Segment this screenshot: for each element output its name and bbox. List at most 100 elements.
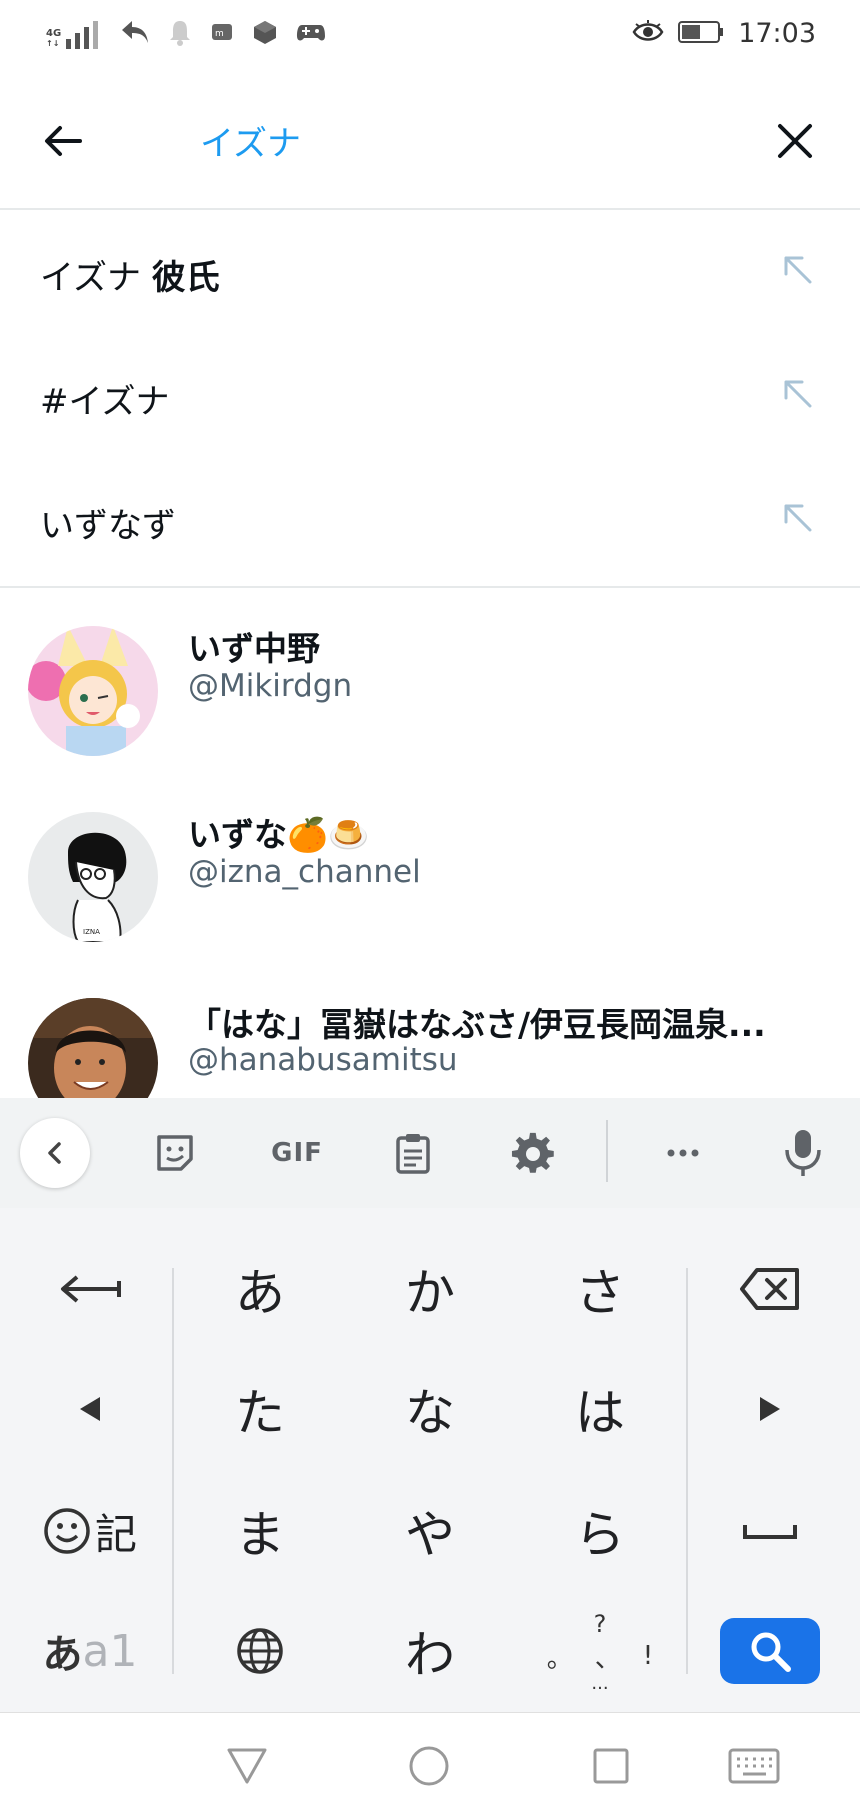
system-nav-bar [0, 1712, 860, 1816]
game-controller-icon [296, 19, 326, 49]
chevron-left-icon [48, 1142, 61, 1164]
backspace-key[interactable] [710, 1234, 830, 1344]
keyboard-icon [728, 1748, 780, 1784]
square-recents-icon [593, 1748, 629, 1784]
back-button[interactable] [40, 116, 90, 166]
fill-query-arrow-icon[interactable] [778, 498, 818, 538]
status-left-icons: 4G ↑↓ m [46, 18, 326, 50]
search-enter-key[interactable] [720, 1618, 820, 1684]
kana-key-wa[interactable]: わ [370, 1596, 490, 1706]
punct-bottom: ... [591, 1672, 609, 1694]
sticker-icon [157, 1135, 193, 1171]
settings-button[interactable] [506, 1126, 560, 1180]
gif-button[interactable]: GIF [266, 1126, 328, 1180]
keyboard-divider [686, 1268, 688, 1674]
kana-key-ma[interactable]: ま [200, 1476, 320, 1586]
cursor-right-key[interactable] [710, 1354, 830, 1464]
user-display-name: いず中野 [188, 629, 320, 668]
app-notification-icon: m [210, 20, 234, 48]
status-bar: 4G ↑↓ m 17:03 [0, 0, 860, 72]
nav-keyboard-button[interactable] [726, 1741, 782, 1791]
undo-key[interactable] [30, 1234, 150, 1344]
nav-home-button[interactable] [404, 1741, 454, 1791]
kana-key-sa[interactable]: さ [540, 1234, 660, 1344]
search-suggestion[interactable]: #イズナ [0, 334, 860, 458]
triangle-back-icon [227, 1748, 267, 1784]
close-icon [778, 124, 812, 158]
punct-right: ! [642, 1641, 654, 1671]
suggestion-text: #イズナ [40, 382, 170, 422]
microphone-icon [785, 1130, 821, 1176]
gif-label: GIF [271, 1138, 323, 1168]
suggestion-text: イズナ 彼氏 [40, 258, 220, 298]
user-result[interactable]: IZNA いずな🍊🍮 @izna_channel [0, 796, 860, 982]
eye-icon [632, 19, 664, 48]
voice-input-button[interactable] [776, 1126, 830, 1180]
avatar [28, 998, 158, 1098]
svg-text:IZNA: IZNA [83, 928, 100, 936]
space-icon [743, 1525, 797, 1539]
punct-top: ? [593, 1609, 607, 1638]
emoji-symbol-key[interactable]: 記 [30, 1476, 150, 1586]
mode-label-kana: あ [42, 1632, 83, 1678]
smiley-icon [44, 1508, 90, 1554]
nav-back-button[interactable] [222, 1741, 272, 1791]
cursor-left-key[interactable] [30, 1354, 150, 1464]
kana-key-ka[interactable]: か [370, 1234, 490, 1344]
toolbar-separator [606, 1120, 608, 1182]
status-right-icons: 17:03 [632, 18, 816, 49]
user-handle: @Mikirdgn [188, 668, 353, 704]
kana-key-ya[interactable]: や [370, 1476, 490, 1586]
avatar [28, 626, 158, 756]
keyboard-divider [172, 1268, 174, 1674]
circle-home-icon [409, 1746, 449, 1786]
triangle-right-icon [760, 1397, 780, 1421]
clipboard-icon [396, 1134, 430, 1174]
clear-search-button[interactable] [770, 116, 820, 166]
punct-center: 、 [594, 1643, 621, 1674]
user-result[interactable]: いず中野 @Mikirdgn [0, 610, 860, 796]
sticker-button[interactable] [148, 1126, 202, 1180]
section-divider [0, 586, 860, 588]
kana-key-ta[interactable]: た [200, 1354, 320, 1464]
space-key[interactable] [710, 1476, 830, 1586]
more-options-button[interactable] [656, 1126, 710, 1180]
globe-icon [237, 1628, 283, 1674]
search-input[interactable] [200, 110, 720, 170]
clipboard-button[interactable] [386, 1126, 440, 1180]
back-arrow-icon [45, 126, 82, 156]
reply-arrow-icon [120, 19, 150, 49]
punctuation-key[interactable]: ? 。 、 ! ... [530, 1592, 670, 1710]
kana-key-na[interactable]: な [370, 1354, 490, 1464]
kana-key-a[interactable]: あ [200, 1234, 320, 1344]
user-handle: @izna_channel [188, 854, 421, 890]
punct-left: 。 [546, 1643, 573, 1674]
bell-icon [168, 18, 192, 50]
user-result[interactable]: 「はな」冨嶽はなぶさ/伊豆長岡温泉... @hanabusamitsu [0, 982, 860, 1098]
gear-icon [511, 1132, 554, 1173]
language-switch-key[interactable] [200, 1596, 320, 1706]
fill-query-arrow-icon[interactable] [778, 374, 818, 414]
network-type-label: 4G [46, 28, 62, 39]
fill-query-arrow-icon[interactable] [778, 250, 818, 290]
search-suggestion[interactable]: いずなず [0, 458, 860, 582]
triangle-left-icon [80, 1397, 100, 1421]
undo-arrow-icon [61, 1275, 121, 1303]
symbol-key-label: 記 [94, 1509, 137, 1559]
search-header [0, 72, 860, 210]
mode-label-alnum: a1 [82, 1625, 138, 1677]
user-handle: @hanabusamitsu [188, 1042, 458, 1078]
user-display-name: 「はな」冨嶽はなぶさ/伊豆長岡温泉... [188, 1005, 766, 1044]
kana-key-ra[interactable]: ら [540, 1476, 660, 1586]
search-suggestion[interactable]: イズナ 彼氏 [0, 210, 860, 334]
kana-key-ha[interactable]: は [540, 1354, 660, 1464]
cube-app-icon [252, 19, 278, 49]
signal-icon: 4G ↑↓ [46, 19, 102, 49]
backspace-icon [740, 1268, 799, 1310]
nav-recents-button[interactable] [586, 1741, 636, 1791]
svg-text:m: m [215, 29, 224, 39]
input-mode-key[interactable]: あ a1 [30, 1596, 150, 1706]
user-display-name: いずな🍊🍮 [188, 815, 370, 854]
more-horizontal-icon [667, 1149, 699, 1157]
keyboard-collapse-button[interactable] [20, 1118, 90, 1188]
